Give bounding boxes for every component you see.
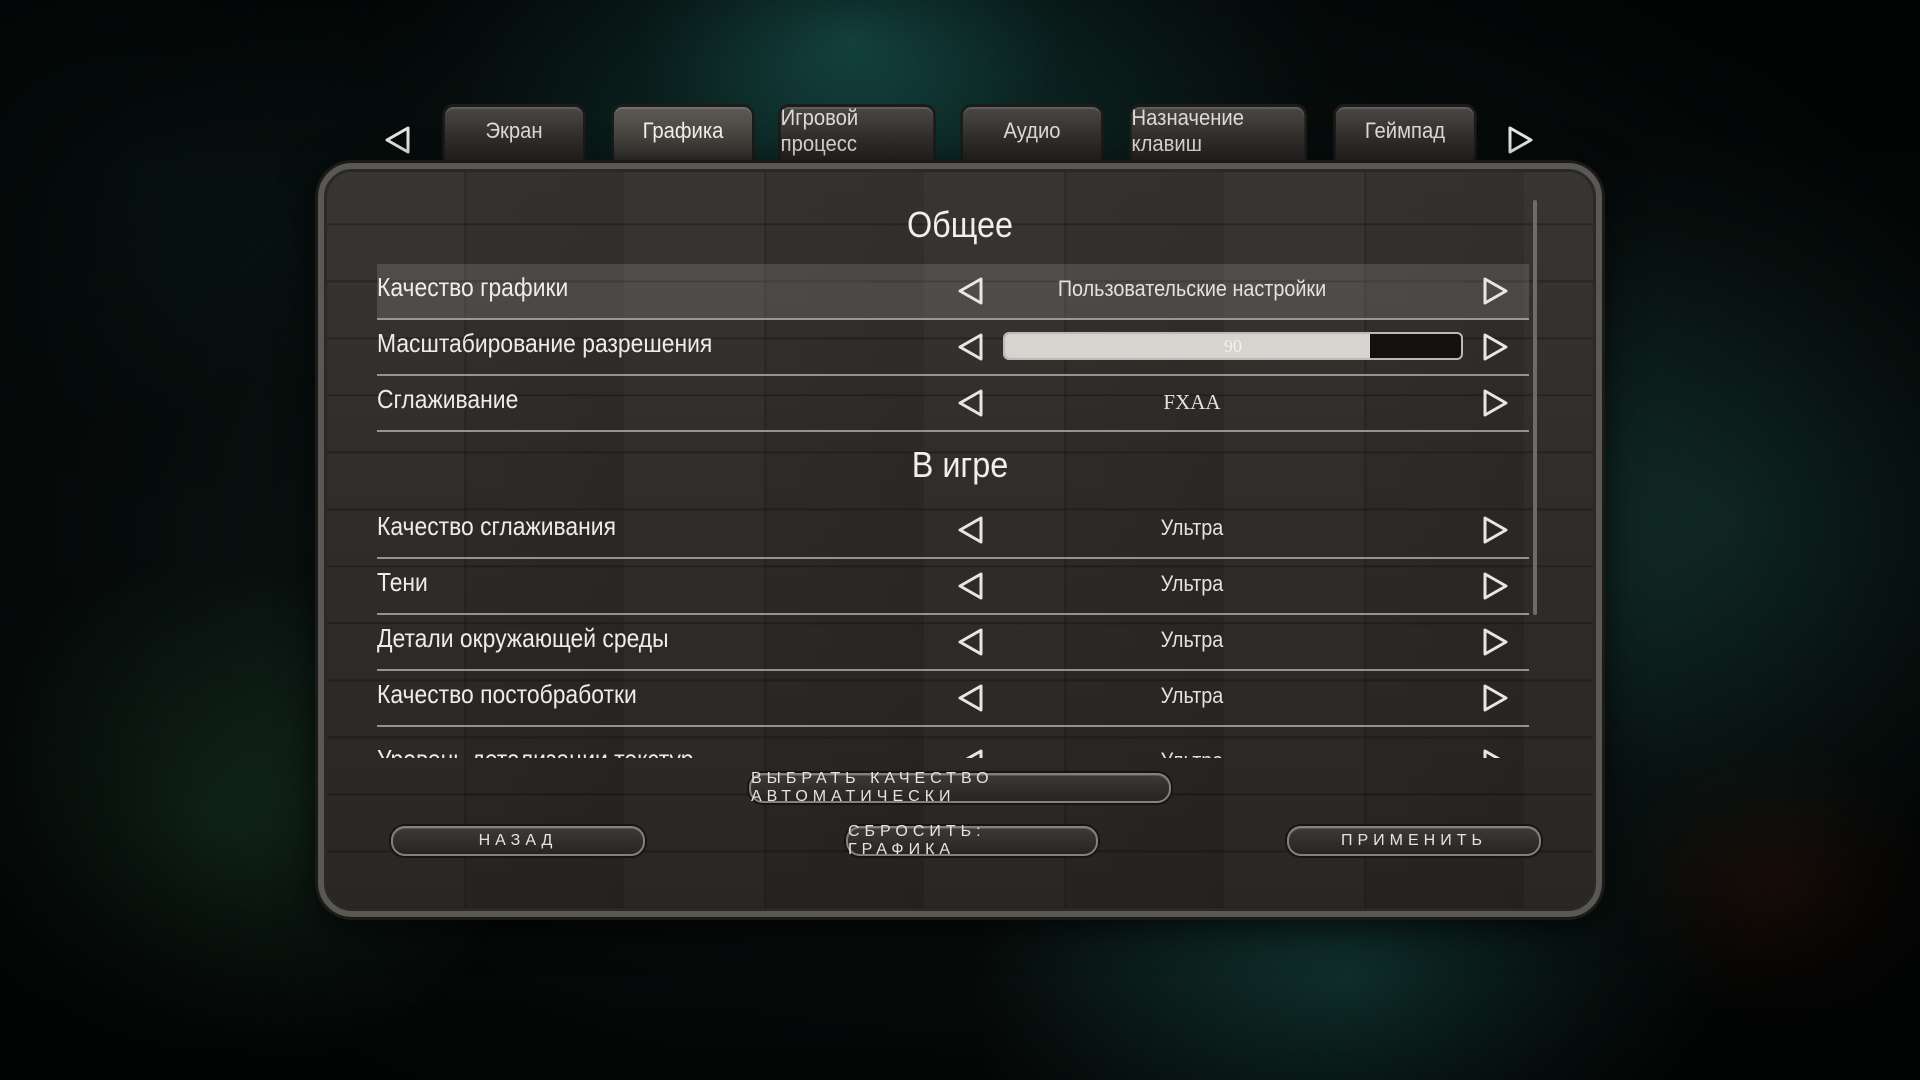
row-divider	[377, 430, 1529, 432]
increase-arrow-icon[interactable]	[1483, 627, 1511, 657]
back-button[interactable]: НАЗАД	[391, 826, 645, 856]
decrease-arrow-icon[interactable]	[955, 683, 983, 713]
setting-value: Ультра	[1160, 571, 1224, 596]
increase-arrow-icon[interactable]	[1483, 515, 1511, 545]
setting-value: Ультра	[1160, 627, 1224, 652]
decrease-arrow-icon[interactable]	[955, 276, 983, 306]
decrease-arrow-icon[interactable]	[955, 571, 983, 601]
setting-value: Ультра	[1160, 683, 1224, 708]
setting-row-texture-detail[interactable]: Уровень детализации текстур Ультра	[377, 738, 1529, 758]
section-title-ingame: В игре	[911, 444, 1009, 485]
setting-value: Пользовательские настройки	[1057, 276, 1327, 301]
next-tab-arrow-icon[interactable]	[1508, 125, 1536, 155]
scroll-clip-area: Уровень детализации текстур Ультра	[377, 738, 1537, 758]
scrollbar[interactable]	[1533, 200, 1537, 615]
decrease-arrow-icon[interactable]	[955, 388, 983, 418]
resolution-scale-slider[interactable]: 90	[1003, 332, 1463, 360]
slider-value: 90	[1224, 336, 1242, 356]
decrease-arrow-icon[interactable]	[955, 748, 983, 758]
tab-gameplay[interactable]: Игровой процесс	[777, 104, 937, 162]
setting-row-resolution-scaling[interactable]: Масштабирование разрешения 90	[377, 320, 1529, 376]
setting-row-shadows[interactable]: Тени Ультра	[377, 559, 1529, 615]
increase-arrow-icon[interactable]	[1483, 332, 1511, 362]
setting-label: Качество сглаживания	[377, 511, 616, 541]
setting-row-environment-details[interactable]: Детали окружающей среды Ультра	[377, 615, 1529, 671]
decrease-arrow-icon[interactable]	[955, 627, 983, 657]
increase-arrow-icon[interactable]	[1483, 276, 1511, 306]
increase-arrow-icon[interactable]	[1483, 748, 1511, 758]
setting-value: FXAA	[1163, 390, 1221, 414]
setting-label: Тени	[377, 567, 428, 597]
increase-arrow-icon[interactable]	[1483, 388, 1511, 418]
setting-label: Масштабирование разрешения	[377, 328, 713, 358]
setting-label: Сглаживание	[377, 384, 519, 414]
setting-value: Ультра	[1044, 748, 1341, 758]
tab-graphics[interactable]: Графика	[611, 104, 755, 162]
setting-row-antialiasing[interactable]: Сглаживание FXAA	[377, 376, 1529, 432]
setting-row-postprocessing-quality[interactable]: Качество постобработки Ультра	[377, 671, 1529, 727]
setting-row-antialiasing-quality[interactable]: Качество сглаживания Ультра	[377, 503, 1529, 559]
setting-label: Детали окружающей среды	[377, 623, 669, 653]
setting-value: Ультра	[1160, 515, 1224, 540]
decrease-arrow-icon[interactable]	[955, 332, 983, 362]
prev-tab-arrow-icon[interactable]	[382, 125, 410, 155]
increase-arrow-icon[interactable]	[1483, 571, 1511, 601]
apply-button[interactable]: ПРИМЕНИТЬ	[1287, 826, 1541, 856]
setting-row-graphics-quality[interactable]: Качество графики Пользовательские настро…	[377, 264, 1529, 320]
tab-gamepad[interactable]: Геймпад	[1333, 104, 1477, 162]
increase-arrow-icon[interactable]	[1483, 683, 1511, 713]
decrease-arrow-icon[interactable]	[955, 515, 983, 545]
setting-label: Качество постобработки	[377, 679, 637, 709]
reset-graphics-button[interactable]: СБРОСИТЬ: ГРАФИКА	[846, 823, 1098, 858]
tab-audio[interactable]: Аудио	[960, 104, 1104, 162]
setting-label: Уровень детализации текстур	[377, 744, 693, 758]
setting-label: Качество графики	[377, 272, 569, 302]
tab-keybindings[interactable]: Назначение клавиш	[1128, 104, 1308, 162]
section-title-general: Общее	[906, 204, 1014, 245]
tab-screen[interactable]: Экран	[442, 104, 586, 162]
auto-quality-button[interactable]: ВЫБРАТЬ КАЧЕСТВО АВТОМАТИЧЕСКИ	[749, 770, 1171, 805]
row-divider	[377, 725, 1529, 727]
